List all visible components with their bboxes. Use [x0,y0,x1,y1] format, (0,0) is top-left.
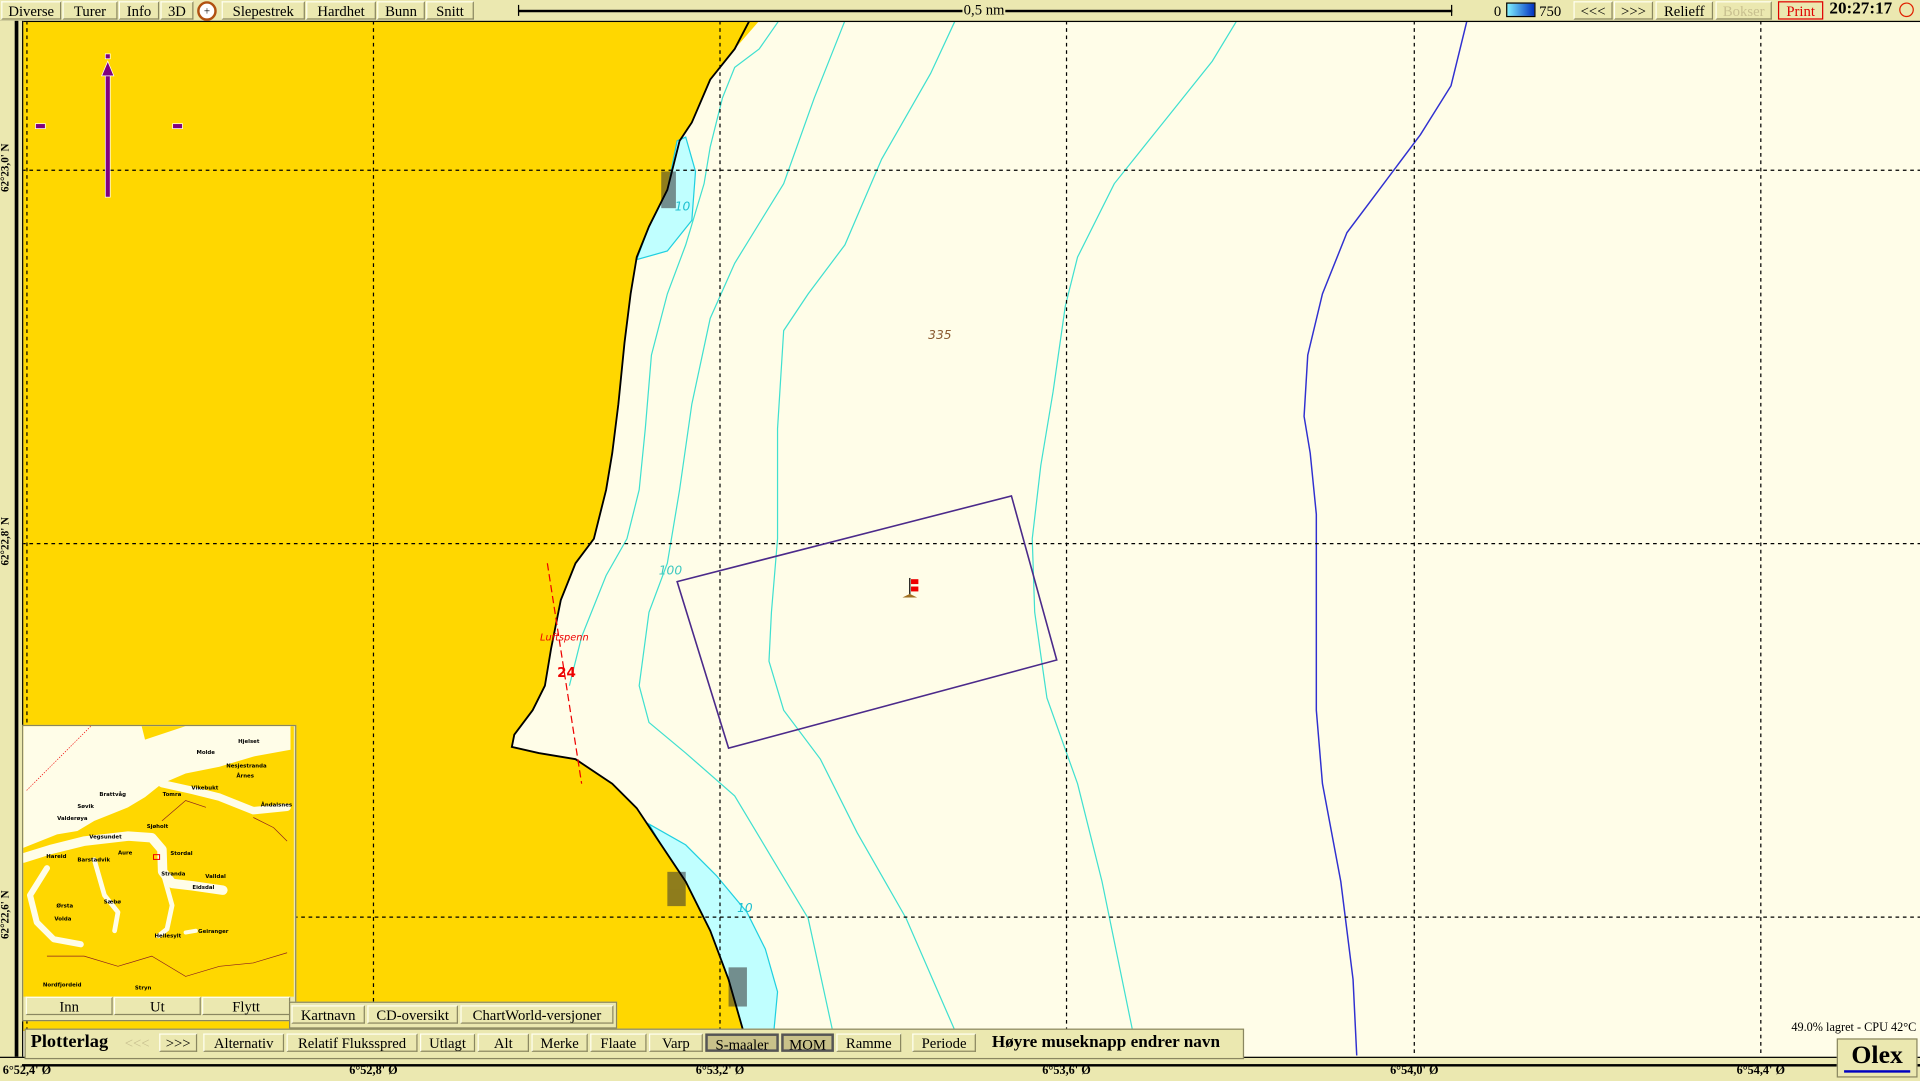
place-label: Hareid [46,854,66,860]
place-label: Sjøholt [147,824,169,830]
bokser-button[interactable]: Bokser [1715,1,1772,20]
lat-label: 62°22,8' N [0,516,12,566]
turer-button[interactable]: Turer [62,1,118,20]
olex-screen: Luftspenn 24 335 100 10 10 Diverse Turer… [0,0,1920,1081]
ruler-bar [14,20,19,1060]
print-button[interactable]: Print [1777,1,1824,20]
olex-logo[interactable]: Olex [1836,1038,1918,1078]
place-label: Geiranger [198,929,229,935]
place-label: Åndalsnes [261,801,292,808]
lon-label: 6°54,4' Ø [1736,1064,1786,1078]
next-button[interactable]: >>> [1613,1,1654,20]
lon-label: 6°53,6' Ø [1042,1064,1091,1078]
clock: 20:27:17 [1829,0,1893,19]
place-label: Stryn [135,985,152,991]
slepestrek-button[interactable]: Slepestrek [221,1,305,20]
depth-label: 100 [659,563,683,577]
place-label: Stordal [170,851,192,857]
place-label: Hjelset [238,739,260,745]
place-label: Volda [54,917,71,923]
place-label: Valldal [205,874,226,880]
lon-label: 6°53,2' Ø [695,1064,745,1078]
bunn-button[interactable]: Bunn [377,1,425,20]
place-label: Barstadvik [77,857,110,863]
depth-gradient[interactable] [1506,2,1536,18]
info-button[interactable]: Info [118,1,160,20]
lon-label: 6°54,0' Ø [1390,1064,1439,1078]
place-label: Søvik [77,804,94,810]
place-label: Stranda [161,872,186,878]
flaate-button[interactable]: Flaate [590,1033,647,1052]
chart-menu-row: Kartnavn CD-oversikt ChartWorld-versjone… [288,1001,618,1029]
utlagt-button[interactable]: Utlagt [420,1033,476,1052]
scale-label: 0,5 nm [962,1,1006,20]
depth-min-label: 0 [1493,2,1502,20]
scale-bar-end [1451,4,1453,16]
diverse-button[interactable]: Diverse [1,1,62,20]
s-maaler-button[interactable]: S-maaler [705,1033,779,1053]
place-label: Hellesylt [155,934,182,940]
overview-panel: Hjelset Molde Nesjestranda Årnes Vikebuk… [22,724,297,1022]
move-button[interactable]: Flytt [202,996,291,1016]
merke-button[interactable]: Merke [531,1033,588,1052]
plotter-title: Plotterlag [30,1032,109,1052]
place-label: Valderøya [57,816,88,822]
3d-button[interactable]: 3D [160,1,194,20]
logo-underline [1844,1070,1911,1073]
relatif-flukspred-button[interactable]: Relatif Fluksspred [286,1033,418,1052]
chartworld-versjoner-button[interactable]: ChartWorld-versjoner [460,1005,614,1024]
ruler-bar [22,1064,1920,1067]
snitt-button[interactable]: Snitt [426,1,474,20]
top-toolbar: Diverse Turer Info 3D + Slepestrek Hardh… [0,0,1920,23]
status-text: 49.0% lagret - CPU 42°C [1791,1021,1917,1035]
cable-label: Luftspenn [540,632,589,643]
latitude-ruler: 62°23,0' N 62°22,8' N 62°22,6' N [0,20,24,1060]
scale-bar-end [517,4,520,16]
lon-label: 6°52,4' Ø [2,1064,52,1078]
plotter-layer-bar: Plotterlag <<< >>> Alternativ Relatif Fl… [24,1028,1245,1060]
place-label: Nesjestranda [226,763,267,769]
place-label: Vegsundet [89,834,122,840]
compass-icon[interactable]: + [197,1,217,21]
place-label: Molde [196,750,215,756]
depth-label: 10 [737,901,753,915]
depth-max-label: 750 [1539,2,1562,20]
cable-number: 24 [557,666,576,681]
overview-map[interactable]: Hjelset Molde Nesjestranda Årnes Vikebuk… [23,726,294,997]
sun-icon[interactable] [1899,2,1914,18]
lat-label: 62°22,6' N [0,890,12,939]
place-label: Brattvåg [99,791,126,798]
hardhet-button[interactable]: Hardhet [306,1,376,20]
place-label: Årnes [236,773,254,780]
longitude-ruler [0,1056,1920,1081]
plotter-hint: Høyre museknapp endrer navn [991,1033,1220,1052]
ramme-button[interactable]: Ramme [836,1033,902,1052]
lon-label: 6°52,8' Ø [349,1064,398,1078]
plotter-next-button[interactable]: >>> [159,1033,198,1052]
place-label: Eidsdal [192,885,214,891]
place-label: Vikebukt [191,786,218,792]
lat-label: 62°23,0' N [0,143,12,193]
kartnavn-button[interactable]: Kartnavn [291,1005,365,1024]
place-label: Aure [118,851,133,857]
place-label: Tomra [163,792,182,798]
relieff-button[interactable]: Relieff [1655,1,1714,20]
zoom-out-button[interactable]: Ut [113,996,201,1016]
logo-text: Olex [1851,1039,1903,1069]
cd-oversikt-button[interactable]: CD-oversikt [367,1005,458,1024]
place-label: Nordfjordeid [43,983,82,989]
place-label: Sæbø [104,900,121,906]
alt-button[interactable]: Alt [477,1033,529,1052]
varp-button[interactable]: Varp [648,1033,703,1052]
periode-button[interactable]: Periode [912,1033,976,1052]
depth-label: 335 [928,328,952,342]
zoom-in-button[interactable]: Inn [25,996,113,1016]
place-label: Ørsta [56,902,73,909]
plotter-prev-button[interactable]: <<< [119,1033,156,1052]
alternativ-button[interactable]: Alternativ [203,1033,285,1052]
depth-label: 10 [675,200,691,214]
mom-button[interactable]: MOM [781,1033,834,1053]
prev-button[interactable]: <<< [1573,1,1613,20]
